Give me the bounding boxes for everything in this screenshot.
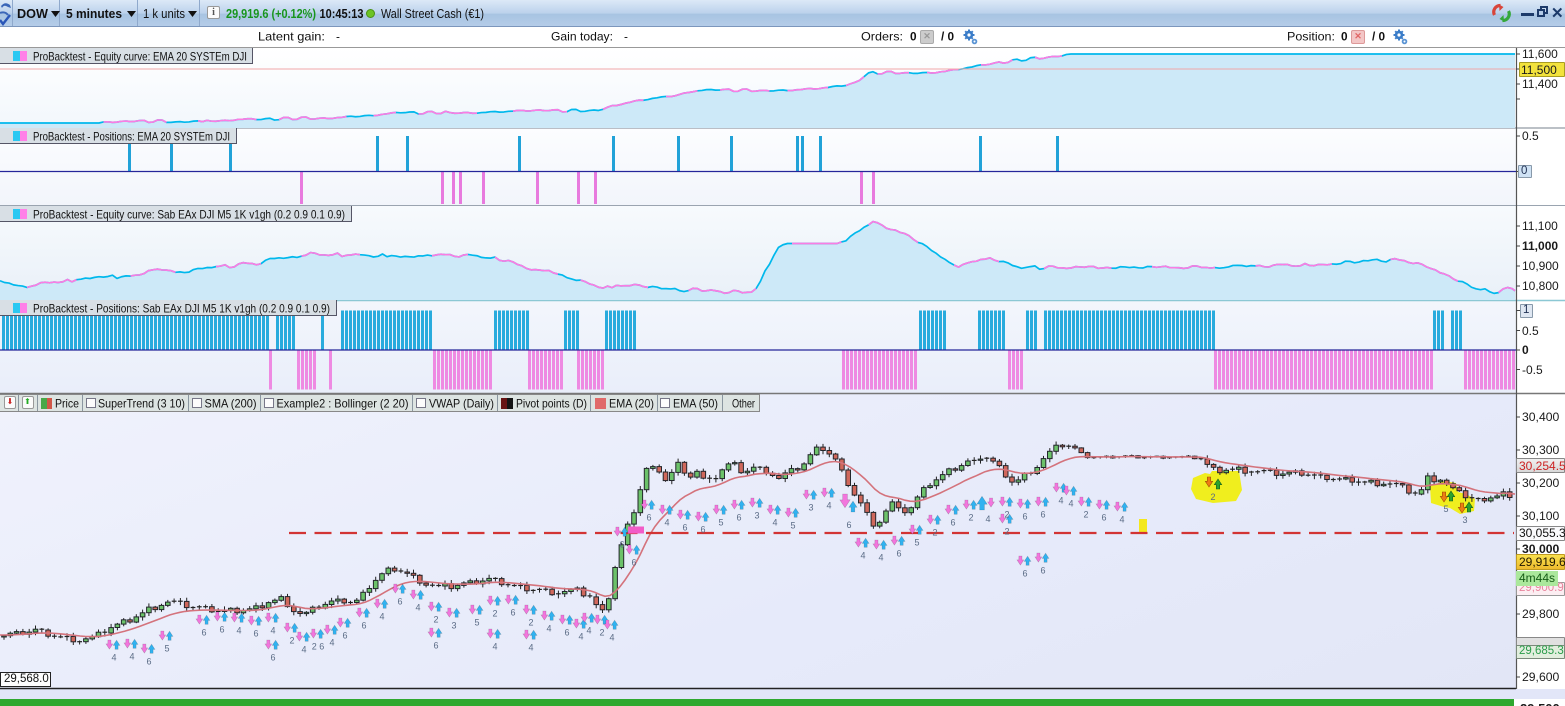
svg-text:2: 2 <box>1004 510 1009 520</box>
svg-text:6: 6 <box>564 628 569 638</box>
svg-text:6: 6 <box>682 523 687 533</box>
svg-text:4: 4 <box>586 626 591 636</box>
svg-text:2: 2 <box>528 618 533 628</box>
svg-text:6: 6 <box>1022 569 1027 579</box>
svg-text:4: 4 <box>528 643 533 653</box>
svg-text:4: 4 <box>129 652 134 662</box>
svg-text:6: 6 <box>201 628 206 638</box>
svg-text:6: 6 <box>1101 513 1106 523</box>
svg-text:6: 6 <box>736 513 741 523</box>
svg-text:4: 4 <box>578 632 583 642</box>
svg-text:2: 2 <box>433 615 438 625</box>
svg-text:5: 5 <box>1443 504 1448 514</box>
svg-text:2: 2 <box>599 628 604 638</box>
svg-text:2: 2 <box>1083 510 1088 520</box>
svg-text:4: 4 <box>270 626 275 636</box>
svg-text:4: 4 <box>329 638 334 648</box>
svg-text:6: 6 <box>510 608 515 618</box>
svg-text:6: 6 <box>619 540 624 550</box>
svg-text:6: 6 <box>1040 510 1045 520</box>
svg-text:6: 6 <box>146 657 151 667</box>
svg-text:3: 3 <box>808 503 813 513</box>
svg-text:6: 6 <box>253 629 258 639</box>
svg-text:2: 2 <box>1210 492 1215 502</box>
svg-text:5: 5 <box>718 518 723 528</box>
svg-text:4: 4 <box>492 642 497 652</box>
svg-text:4: 4 <box>985 514 990 524</box>
svg-text:4: 4 <box>301 645 306 655</box>
svg-text:4: 4 <box>415 603 420 613</box>
svg-text:4: 4 <box>1058 496 1063 506</box>
svg-text:4: 4 <box>1068 499 1073 509</box>
svg-text:5: 5 <box>164 644 169 654</box>
svg-text:6: 6 <box>846 520 851 530</box>
svg-text:4: 4 <box>236 626 241 636</box>
svg-text:6: 6 <box>342 631 347 641</box>
svg-text:5: 5 <box>790 521 795 531</box>
svg-text:5: 5 <box>914 538 919 548</box>
svg-text:6: 6 <box>433 641 438 651</box>
svg-text:2: 2 <box>1004 527 1009 537</box>
svg-text:3: 3 <box>1462 515 1467 525</box>
svg-text:4: 4 <box>860 551 865 561</box>
svg-text:2: 2 <box>968 513 973 523</box>
svg-text:2: 2 <box>932 528 937 538</box>
svg-text:4: 4 <box>878 553 883 563</box>
svg-text:6: 6 <box>700 525 705 535</box>
svg-text:6: 6 <box>270 653 275 663</box>
svg-text:6: 6 <box>950 518 955 528</box>
svg-text:4: 4 <box>664 518 669 528</box>
svg-text:6: 6 <box>1040 566 1045 576</box>
svg-text:6: 6 <box>1022 512 1027 522</box>
svg-text:3: 3 <box>451 621 456 631</box>
svg-text:2 6: 2 6 <box>312 642 325 652</box>
svg-text:6: 6 <box>646 513 651 523</box>
svg-text:4: 4 <box>609 633 614 643</box>
svg-text:5: 5 <box>474 618 479 628</box>
svg-text:3: 3 <box>754 511 759 521</box>
svg-text:6: 6 <box>361 621 366 631</box>
svg-text:6: 6 <box>219 625 224 635</box>
svg-text:2: 2 <box>289 636 294 646</box>
svg-text:4: 4 <box>111 653 116 663</box>
svg-text:6: 6 <box>896 549 901 559</box>
svg-text:6: 6 <box>397 597 402 607</box>
svg-text:6: 6 <box>631 558 636 568</box>
svg-text:2: 2 <box>492 609 497 619</box>
svg-text:4: 4 <box>379 612 384 622</box>
svg-text:4: 4 <box>1119 515 1124 525</box>
svg-text:4: 4 <box>772 518 777 528</box>
svg-text:4: 4 <box>546 624 551 634</box>
svg-text:4: 4 <box>826 501 831 511</box>
